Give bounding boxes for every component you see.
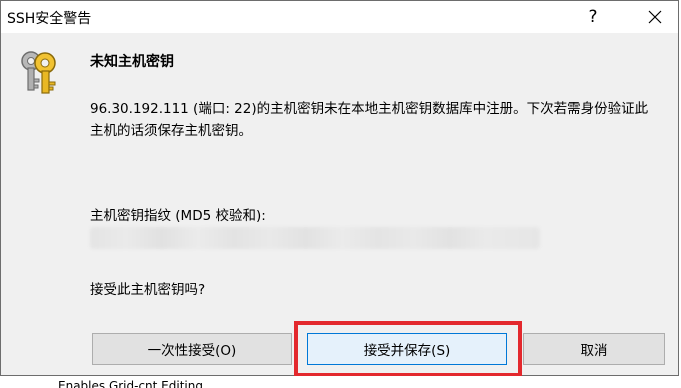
highlight-annotation bbox=[294, 321, 522, 377]
accept-question: 接受此主机密钥吗? bbox=[90, 282, 206, 298]
background-text-fragment: Enables Grid-cnt Editing bbox=[58, 379, 203, 388]
fingerprint-label: 主机密钥指纹 (MD5 校验和): bbox=[90, 208, 266, 224]
title-bar: SSH安全警告 ? bbox=[1, 1, 678, 33]
ssh-security-alert-dialog: SSH安全警告 ? 未知主机密钥 96.30.192.111 (端口: 22)的… bbox=[0, 0, 679, 376]
help-button[interactable]: ? bbox=[576, 1, 610, 33]
help-label: ? bbox=[588, 7, 598, 27]
close-icon bbox=[648, 10, 662, 24]
background-window-strip: Enables Grid-cnt Editing bbox=[0, 376, 681, 388]
close-button[interactable] bbox=[632, 1, 678, 33]
window-title: SSH安全警告 bbox=[7, 11, 92, 27]
key-icon bbox=[21, 51, 56, 94]
dialog-heading: 未知主机密钥 bbox=[90, 54, 174, 70]
accept-once-button[interactable]: 一次性接受(O) bbox=[92, 333, 292, 365]
dialog-message: 96.30.192.111 (端口: 22)的主机密钥未在本地主机密钥数据库中注… bbox=[90, 101, 649, 139]
cancel-button[interactable]: 取消 bbox=[523, 333, 665, 365]
fingerprint-value-redacted bbox=[90, 227, 540, 249]
